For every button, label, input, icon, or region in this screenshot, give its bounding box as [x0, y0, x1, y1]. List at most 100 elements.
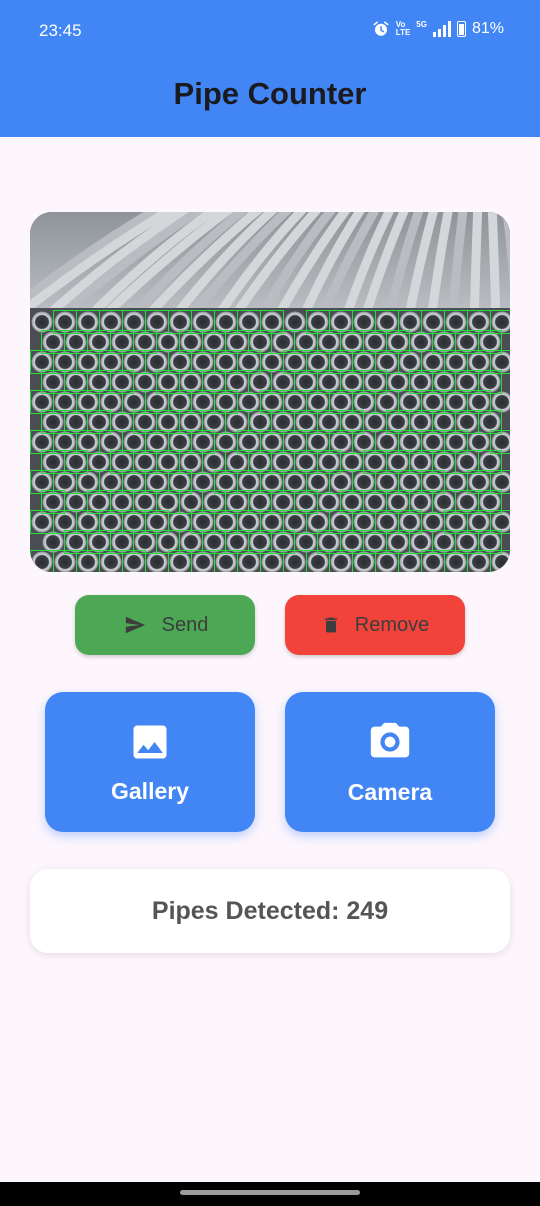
pipe-end	[65, 491, 87, 513]
pipe-end	[146, 311, 168, 333]
pipe-end	[341, 411, 363, 433]
pipe-end	[422, 511, 444, 533]
pipe-end	[31, 351, 53, 373]
pipe-end	[272, 451, 294, 473]
pipe-end	[31, 391, 53, 413]
pipe-end	[272, 331, 294, 353]
pipe-end	[169, 351, 191, 373]
pipe-end	[100, 511, 122, 533]
pipe-end	[192, 431, 214, 453]
pipe-end	[169, 311, 191, 333]
pipe-end	[318, 331, 340, 353]
pipe-end	[456, 451, 478, 473]
home-gesture-handle[interactable]	[180, 1190, 360, 1195]
pipe-end	[307, 551, 329, 572]
pipe-end	[192, 471, 214, 493]
pipe-end	[318, 411, 340, 433]
pipe-end	[65, 371, 87, 393]
pipe-end	[330, 551, 352, 572]
pipe-end	[376, 511, 398, 533]
pipe-end	[353, 511, 375, 533]
pipe-end	[295, 371, 317, 393]
pipe-end	[134, 411, 156, 433]
pipe-end	[410, 411, 432, 433]
pipe-end	[399, 511, 421, 533]
pipe-end	[249, 411, 271, 433]
pipe-end	[410, 451, 432, 473]
pipe-end	[215, 551, 237, 572]
pipe-end	[249, 451, 271, 473]
pipe-end	[330, 431, 352, 453]
pipe-end	[111, 491, 133, 513]
pipe-end	[249, 491, 271, 513]
send-button[interactable]: Send	[75, 595, 255, 655]
pipe-end	[318, 371, 340, 393]
pipe-end	[318, 451, 340, 473]
pipe-end	[410, 331, 432, 353]
send-icon	[125, 616, 145, 634]
pipe-end	[31, 471, 53, 493]
pipe-end	[157, 531, 179, 553]
pipe-end	[88, 371, 110, 393]
pipe-end	[123, 351, 145, 373]
pipe-end	[468, 511, 490, 533]
pipe-end	[433, 451, 455, 473]
pipe-end	[157, 331, 179, 353]
pipe-end	[295, 411, 317, 433]
pipe-end	[54, 511, 76, 533]
pipe-end	[42, 411, 64, 433]
pipe-end	[100, 471, 122, 493]
pipe-end	[100, 311, 122, 333]
pipe-end	[376, 431, 398, 453]
pipe-end	[123, 311, 145, 333]
gallery-button[interactable]: Gallery	[45, 692, 255, 832]
pipe-end	[399, 471, 421, 493]
pipe-end	[307, 311, 329, 333]
alarm-icon	[373, 21, 389, 36]
pipe-end	[77, 431, 99, 453]
app-bar: 23:45 Vo LTE 5G 81% Pipe Counter	[0, 0, 540, 137]
pipe-end	[123, 511, 145, 533]
pipe-end	[456, 371, 478, 393]
pipe-end	[134, 371, 156, 393]
remove-button[interactable]: Remove	[285, 595, 465, 655]
pipe-end	[330, 511, 352, 533]
pipe-end	[353, 431, 375, 453]
pipe-end	[111, 531, 133, 553]
pipe-end	[479, 531, 501, 553]
pipe-end	[364, 331, 386, 353]
pipe-end	[146, 551, 168, 572]
pipe-end	[456, 491, 478, 513]
pipe-end	[249, 371, 271, 393]
pipe-end	[134, 491, 156, 513]
pipe-end	[364, 411, 386, 433]
pipe-end	[88, 451, 110, 473]
pipe-end	[364, 531, 386, 553]
pipe-end	[330, 311, 352, 333]
pipe-end	[307, 431, 329, 453]
pipe-end	[123, 391, 145, 413]
pipe-end	[54, 551, 76, 572]
pipe-end	[284, 551, 306, 572]
camera-icon	[370, 722, 410, 757]
pipe-end	[54, 391, 76, 413]
pipe-end	[295, 491, 317, 513]
pipe-end	[169, 551, 191, 572]
long-pipe	[487, 212, 501, 321]
pipe-end	[42, 531, 64, 553]
pipe-end	[215, 391, 237, 413]
pipe-end	[226, 411, 248, 433]
pipe-end	[422, 551, 444, 572]
pipe-end	[123, 551, 145, 572]
pipe-end	[169, 511, 191, 533]
pipe-end	[88, 531, 110, 553]
trash-icon	[324, 617, 337, 633]
pipe-end	[284, 471, 306, 493]
pipe-end	[353, 351, 375, 373]
pipe-end	[77, 471, 99, 493]
camera-button[interactable]: Camera	[285, 692, 495, 832]
result-card: Pipes Detected: 249	[30, 869, 510, 953]
pipe-end	[203, 491, 225, 513]
pipe-end	[364, 491, 386, 513]
pipe-end	[387, 331, 409, 353]
